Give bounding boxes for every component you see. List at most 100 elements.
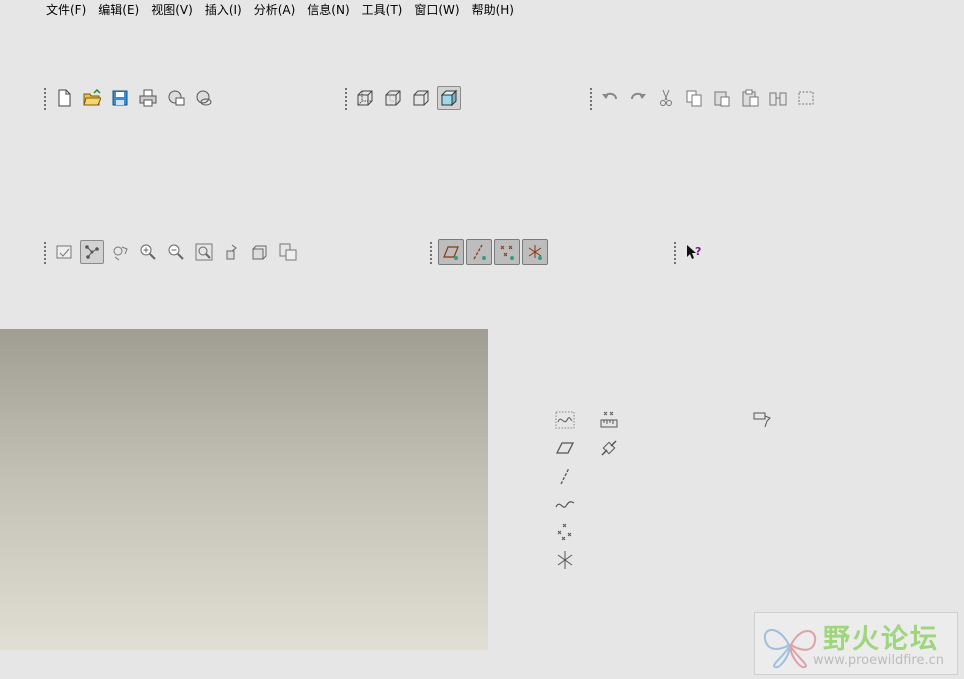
annotation-tool-icon (753, 412, 771, 428)
refit-icon (195, 243, 213, 261)
menu-window[interactable]: 窗口(W) (408, 0, 465, 20)
context-help-icon: ? (687, 245, 701, 259)
point-tool-icon (557, 523, 572, 541)
edit-toolbar (588, 85, 822, 111)
watermark-url: www.proewildfire.cn (813, 653, 944, 668)
csys-tool-icon (557, 551, 573, 569)
menu-info[interactable]: 信息(N) (301, 0, 355, 20)
orient-mode-icon (113, 246, 128, 261)
axis-display-toggle[interactable] (466, 239, 492, 265)
toolbar-grip[interactable] (672, 240, 676, 264)
menu-insert[interactable]: 插入(I) (199, 0, 248, 20)
layers-icon (279, 243, 297, 261)
send-link-button[interactable] (192, 86, 216, 110)
hidden-line-icon (385, 90, 401, 106)
graphics-viewport[interactable] (0, 329, 488, 650)
new-file-icon (58, 89, 71, 107)
file-toolbar (42, 85, 220, 111)
curve-tool-button[interactable] (554, 493, 576, 515)
wireframe-off-button[interactable] (409, 86, 433, 110)
saved-views-button[interactable] (248, 240, 272, 264)
undo-button[interactable] (598, 86, 622, 110)
toolbar-grip[interactable] (42, 86, 46, 110)
shading-button[interactable] (437, 86, 461, 110)
menu-file[interactable]: 文件(F) (40, 0, 92, 20)
toolbar-grip[interactable] (343, 86, 347, 110)
axis-display-icon (473, 244, 486, 260)
redo-icon (631, 92, 646, 100)
sketch-tool-button[interactable] (554, 409, 576, 431)
no-hidden-button[interactable] (353, 86, 377, 110)
regenerate-button[interactable] (766, 86, 790, 110)
save-button[interactable] (108, 86, 132, 110)
plane-display-icon (443, 246, 459, 260)
paste-button[interactable] (710, 86, 734, 110)
saved-views-icon (252, 245, 267, 260)
open-button[interactable] (80, 86, 104, 110)
butterfly-logo-icon (763, 629, 817, 669)
csys-tool-button[interactable] (554, 549, 576, 571)
cut-button[interactable] (654, 86, 678, 110)
zoom-out-button[interactable] (164, 240, 188, 264)
plane-tool-icon (555, 442, 575, 454)
paste-special-button[interactable] (738, 86, 762, 110)
layers-button[interactable] (276, 240, 300, 264)
print-button[interactable] (136, 86, 160, 110)
select-box-button[interactable] (794, 86, 818, 110)
plane-display-toggle[interactable] (438, 239, 464, 265)
hidden-line-button[interactable] (381, 86, 405, 110)
menu-analysis[interactable]: 分析(A) (248, 0, 302, 20)
new-file-button[interactable] (52, 86, 76, 110)
csys-display-toggle[interactable] (522, 239, 548, 265)
paste-icon (714, 91, 730, 107)
send-mail-button[interactable] (164, 86, 188, 110)
point-tool-button[interactable] (554, 521, 576, 543)
shading-icon (440, 89, 458, 107)
copy-icon (686, 90, 702, 107)
svg-text:?: ? (695, 245, 701, 258)
toolbar-grip[interactable] (588, 86, 592, 110)
datum-display-toolbar (428, 239, 550, 265)
analysis-tool-icon (600, 411, 618, 428)
menu-view[interactable]: 视图(V) (145, 0, 199, 20)
menu-help[interactable]: 帮助(H) (466, 0, 520, 20)
plane-tool-button[interactable] (554, 437, 576, 459)
no-hidden-icon (357, 90, 373, 106)
view-toolbar (42, 239, 304, 265)
csys-display-icon (528, 245, 542, 260)
link-tool-icon (601, 440, 617, 456)
paste-special-icon (742, 89, 759, 107)
zoom-out-icon (168, 244, 184, 260)
spin-center-button[interactable] (80, 240, 104, 264)
help-toolbar: ? (672, 239, 710, 265)
menu-tools[interactable]: 工具(T) (356, 0, 409, 20)
axis-tool-icon (560, 467, 570, 485)
zoom-in-icon (140, 244, 156, 260)
axis-tool-button[interactable] (554, 465, 576, 487)
orient-mode-button[interactable] (108, 240, 132, 264)
cut-icon (660, 89, 672, 106)
repaint-icon (56, 245, 72, 259)
analysis-tool-button[interactable] (598, 409, 620, 431)
select-box-icon (798, 91, 814, 105)
copy-button[interactable] (682, 86, 706, 110)
print-icon (139, 89, 157, 107)
regenerate-icon (769, 92, 787, 106)
zoom-in-button[interactable] (136, 240, 160, 264)
point-display-toggle[interactable] (494, 239, 520, 265)
point-display-icon (500, 245, 514, 260)
watermark-title: 野火论坛 (823, 624, 939, 655)
toolbar-grip[interactable] (42, 240, 46, 264)
redo-button[interactable] (626, 86, 650, 110)
reorient-button[interactable] (220, 240, 244, 264)
link-tool-button[interactable] (598, 437, 620, 459)
menu-edit[interactable]: 编辑(E) (92, 0, 145, 20)
annotation-tool-button[interactable] (752, 409, 774, 431)
sketch-tool-icon (555, 411, 575, 429)
refit-button[interactable] (192, 240, 216, 264)
context-help-button[interactable]: ? (682, 240, 706, 264)
repaint-button[interactable] (52, 240, 76, 264)
toolbar-grip[interactable] (428, 240, 432, 264)
open-folder-icon (83, 89, 101, 106)
forum-watermark: 野火论坛 www.proewildfire.cn (754, 612, 958, 675)
